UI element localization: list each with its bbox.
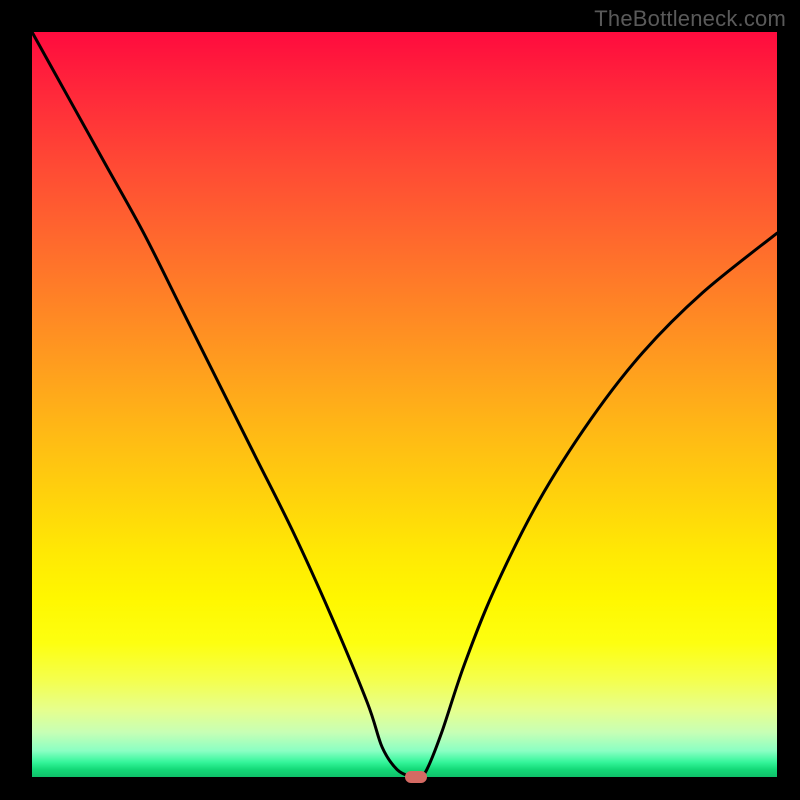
curve-path xyxy=(32,32,777,777)
plot-area xyxy=(32,32,777,777)
optimum-marker xyxy=(405,771,427,783)
bottleneck-curve xyxy=(32,32,777,777)
watermark-text: TheBottleneck.com xyxy=(594,6,786,32)
chart-frame: TheBottleneck.com xyxy=(0,0,800,800)
